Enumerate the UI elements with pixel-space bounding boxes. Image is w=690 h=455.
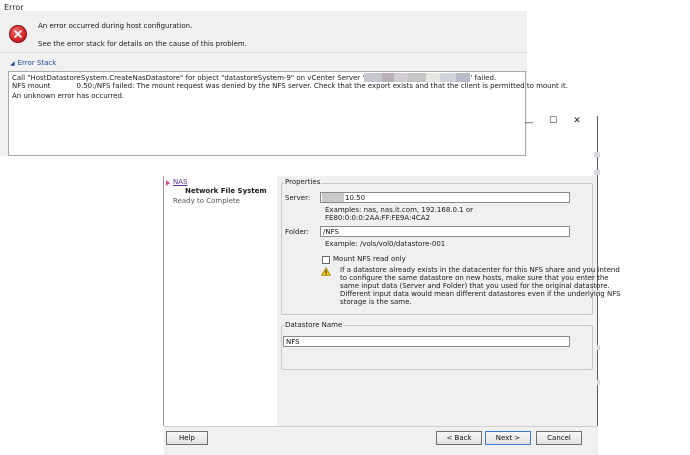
error-stack-toggle[interactable]: ◢ Error Stack [10, 59, 56, 67]
error-stack-line-1: Call "HostDatastoreSystem.CreateNasDatas… [12, 73, 496, 82]
folder-label: Folder: [285, 228, 309, 236]
datastore-name-group [281, 325, 593, 370]
redacted-block [456, 73, 471, 82]
warning-triangle-icon [320, 266, 332, 278]
warning-line-4: Different input data would mean differen… [340, 290, 621, 298]
stack-text: ' failed. [470, 74, 497, 82]
cancel-button[interactable]: Cancel [536, 431, 582, 445]
warning-line-1: If a datastore already exists in the dat… [340, 266, 620, 274]
error-stack-line-3: An unknown error has occurred. [12, 92, 125, 100]
datastore-name-input[interactable] [283, 336, 570, 347]
error-circle-icon [9, 25, 27, 43]
mount-read-only-label: Mount NFS read only [333, 255, 406, 263]
server-input[interactable] [320, 192, 570, 203]
redacted-block [382, 73, 395, 82]
wizard-window-controls: — ☐ ✕ [520, 116, 600, 132]
help-button[interactable]: Help [166, 431, 208, 445]
error-divider [0, 52, 527, 53]
server-label: Server: [285, 194, 311, 202]
redacted-block [322, 193, 344, 202]
warning-line-2: to configure the same datastore on new h… [340, 274, 609, 282]
maximize-icon[interactable]: ☐ [544, 116, 562, 126]
server-examples-line-1: Examples: nas, nas.it.com, 192.168.0.1 o… [325, 206, 474, 214]
datastore-name-legend: Datastore Name [284, 321, 344, 329]
wizard-button-bar [164, 426, 598, 455]
current-step-arrow-icon [166, 180, 170, 186]
folder-input[interactable] [320, 226, 570, 237]
close-icon[interactable]: ✕ [568, 116, 586, 126]
redacted-block [394, 73, 409, 82]
back-button[interactable]: < Back [436, 431, 482, 445]
minimize-icon[interactable]: — [520, 118, 538, 128]
next-button[interactable]: Next > [485, 431, 531, 445]
properties-legend: Properties [284, 178, 322, 186]
error-message-primary: An error occurred during host configurat… [38, 22, 193, 30]
redacted-block [364, 73, 383, 82]
mount-read-only-checkbox[interactable] [322, 256, 330, 264]
wizard-step-nas[interactable]: NAS [173, 178, 187, 186]
error-message-secondary: See the error stack for details on the c… [38, 40, 247, 48]
collapse-triangle-icon: ◢ [10, 60, 15, 67]
wizard-step-ready-to-complete: Ready to Complete [173, 197, 240, 205]
wizard-steps-pane [164, 176, 277, 426]
error-stack-label: Error Stack [17, 59, 57, 67]
warning-line-5: storage is the same. [340, 298, 412, 306]
stack-text: Call "HostDatastoreSystem.CreateNasDatas… [12, 74, 365, 82]
background-window-strip [598, 116, 690, 455]
stack-text: 0.50:/NFS failed: The mount request was … [76, 82, 568, 90]
background-marker [594, 170, 600, 175]
redacted-block [426, 73, 441, 82]
redacted-block [408, 73, 427, 82]
background-marker [594, 152, 600, 157]
folder-example: Example: /vols/vol0/datastore-001 [325, 240, 446, 248]
wizard-step-network-file-system: Network File System [185, 187, 267, 195]
redacted-block [440, 73, 457, 82]
stack-text: NFS mount [12, 82, 51, 90]
warning-line-3: same input data (Server and Folder) that… [340, 282, 610, 290]
error-stack-line-2: NFS mount 0.50:/NFS failed: The mount req… [12, 82, 568, 90]
server-examples-line-2: FE80:0:0:0:2AA:FF:FE9A:4CA2 [325, 214, 430, 222]
